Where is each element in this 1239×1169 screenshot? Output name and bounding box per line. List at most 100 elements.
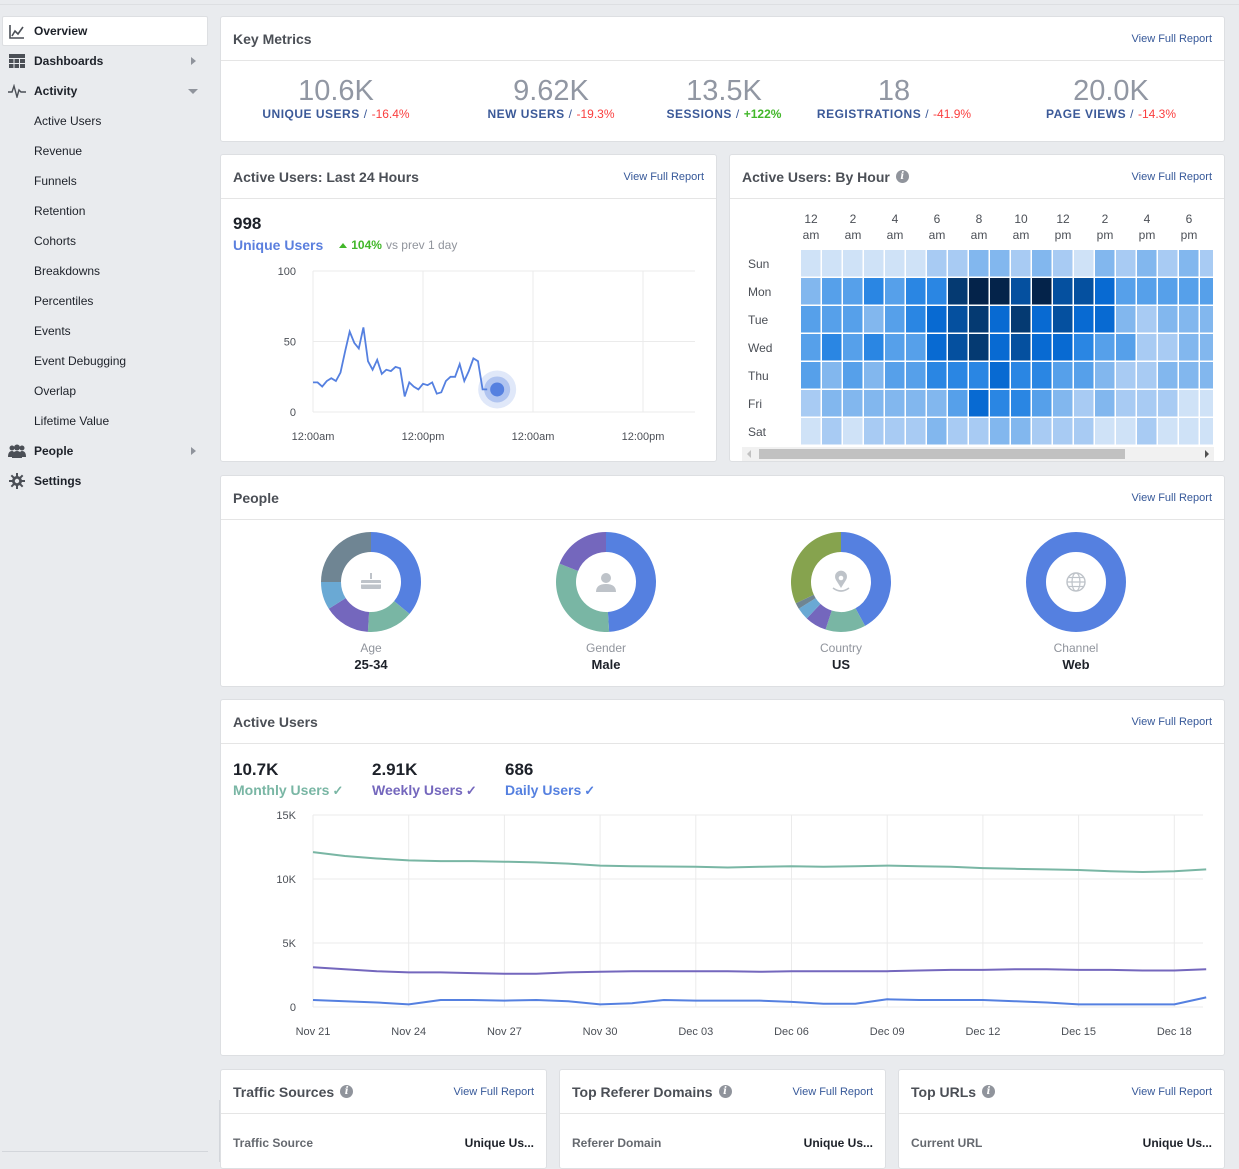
heatmap-cell[interactable] xyxy=(969,390,989,417)
donut-segment[interactable] xyxy=(606,532,656,632)
heatmap-cell[interactable] xyxy=(1200,306,1213,333)
heatmap-cell[interactable] xyxy=(1179,306,1199,333)
metric-unique-users[interactable]: 10.6K UNIQUE USERS / -16.4% xyxy=(236,75,436,121)
heatmap-cell[interactable] xyxy=(843,362,863,389)
donut-segment[interactable] xyxy=(559,532,606,571)
heatmap-cell[interactable] xyxy=(906,362,926,389)
donut-country[interactable]: Country US xyxy=(761,530,921,672)
sidebar-item-people[interactable]: People xyxy=(0,436,212,466)
heatmap-cell[interactable] xyxy=(801,418,821,445)
heatmap-cell[interactable] xyxy=(1158,418,1178,445)
heatmap-cell[interactable] xyxy=(822,334,842,361)
heatmap-cell[interactable] xyxy=(1137,306,1157,333)
heatmap-cell[interactable] xyxy=(822,278,842,305)
heatmap-cell[interactable] xyxy=(885,334,905,361)
heatmap-cell[interactable] xyxy=(1137,278,1157,305)
heatmap-cell[interactable] xyxy=(969,306,989,333)
heatmap-cell[interactable] xyxy=(1137,390,1157,417)
heatmap-cell[interactable] xyxy=(843,418,863,445)
heatmap-cell[interactable] xyxy=(843,250,863,277)
heatmap-cell[interactable] xyxy=(948,390,968,417)
heatmap-cell[interactable] xyxy=(843,390,863,417)
heatmap-cell[interactable] xyxy=(1158,362,1178,389)
column-header-referer-domain[interactable]: Referer Domain xyxy=(572,1136,661,1150)
heatmap-cell[interactable] xyxy=(1200,334,1213,361)
sidebar-subitem[interactable]: Revenue xyxy=(0,136,212,166)
heatmap-cell[interactable] xyxy=(1032,390,1052,417)
horizontal-scrollbar[interactable] xyxy=(742,447,1214,461)
heatmap-cell[interactable] xyxy=(1074,278,1094,305)
sidebar-item-overview[interactable]: Overview xyxy=(2,16,208,46)
heatmap-cell[interactable] xyxy=(864,306,884,333)
heatmap-cell[interactable] xyxy=(1032,278,1052,305)
heatmap-cell[interactable] xyxy=(990,250,1010,277)
heatmap-cell[interactable] xyxy=(885,362,905,389)
view-full-report-link[interactable]: View Full Report xyxy=(1132,171,1213,183)
heatmap-cell[interactable] xyxy=(927,334,947,361)
donut-channel[interactable]: Channel Web xyxy=(996,530,1156,672)
heatmap-cell[interactable] xyxy=(906,306,926,333)
sidebar-subitem[interactable]: Event Debugging xyxy=(0,346,212,376)
metric-page-views[interactable]: 20.0K PAGE VIEWS / -14.3% xyxy=(1011,75,1211,121)
heatmap-cell[interactable] xyxy=(1179,418,1199,445)
heatmap-cell[interactable] xyxy=(843,334,863,361)
heatmap-cell[interactable] xyxy=(1011,390,1031,417)
sidebar-subitem[interactable]: Funnels xyxy=(0,166,212,196)
heatmap-cell[interactable] xyxy=(1116,278,1136,305)
heatmap-cell[interactable] xyxy=(990,390,1010,417)
heatmap-cell[interactable] xyxy=(1053,306,1073,333)
heatmap-cell[interactable] xyxy=(927,418,947,445)
sidebar-item-activity[interactable]: Activity xyxy=(0,76,212,106)
heatmap-cell[interactable] xyxy=(969,362,989,389)
sidebar-subitem[interactable]: Percentiles xyxy=(0,286,212,316)
heatmap-cell[interactable] xyxy=(906,250,926,277)
heatmap-cell[interactable] xyxy=(1011,362,1031,389)
heatmap-cell[interactable] xyxy=(1032,362,1052,389)
heatmap-cell[interactable] xyxy=(1158,250,1178,277)
heatmap-cell[interactable] xyxy=(1179,362,1199,389)
checkmark-icon[interactable]: ✓ xyxy=(332,783,343,798)
heatmap-cell[interactable] xyxy=(948,278,968,305)
heatmap-cell[interactable] xyxy=(948,334,968,361)
heatmap-cell[interactable] xyxy=(1095,278,1115,305)
heatmap-cell[interactable] xyxy=(1158,278,1178,305)
column-header-unique-users[interactable]: Unique Us... xyxy=(1143,1136,1212,1150)
heatmap-cell[interactable] xyxy=(864,334,884,361)
heatmap-cell[interactable] xyxy=(1200,390,1213,417)
heatmap-cell[interactable] xyxy=(1137,250,1157,277)
heatmap-cell[interactable] xyxy=(1011,278,1031,305)
heatmap-cell[interactable] xyxy=(1179,334,1199,361)
scroll-left-icon[interactable] xyxy=(747,450,751,458)
info-icon[interactable]: i xyxy=(340,1085,354,1098)
donut-segment[interactable] xyxy=(371,532,421,614)
view-full-report-link[interactable]: View Full Report xyxy=(1132,492,1213,504)
heatmap-cell[interactable] xyxy=(1200,250,1213,277)
heatmap-cell[interactable] xyxy=(927,390,947,417)
heatmap-cell[interactable] xyxy=(1095,390,1115,417)
heatmap-cell[interactable] xyxy=(906,418,926,445)
heatmap-cell[interactable] xyxy=(885,278,905,305)
donut-age[interactable]: Age 25-34 xyxy=(291,530,451,672)
sidebar-subitem[interactable]: Active Users xyxy=(0,106,212,136)
heatmap-cell[interactable] xyxy=(1116,334,1136,361)
heatmap-cell[interactable] xyxy=(843,306,863,333)
sidebar-item-dashboards[interactable]: Dashboards xyxy=(0,46,212,76)
heatmap-cell[interactable] xyxy=(1116,362,1136,389)
heatmap-cell[interactable] xyxy=(927,250,947,277)
heatmap-cell[interactable] xyxy=(1095,250,1115,277)
heatmap-cell[interactable] xyxy=(948,250,968,277)
heatmap-cell[interactable] xyxy=(1032,418,1052,445)
heatmap-cell[interactable] xyxy=(864,390,884,417)
heatmap-cell[interactable] xyxy=(1053,418,1073,445)
donut-segment[interactable] xyxy=(556,563,610,632)
scrollbar-thumb[interactable] xyxy=(759,449,1125,459)
heatmap-cell[interactable] xyxy=(1158,306,1178,333)
metric-new-users[interactable]: 9.62K NEW USERS / -19.3% xyxy=(451,75,651,121)
heatmap-cell[interactable] xyxy=(864,362,884,389)
heatmap-cell[interactable] xyxy=(990,334,1010,361)
view-full-report-link[interactable]: View Full Report xyxy=(1132,716,1213,728)
heatmap-cell[interactable] xyxy=(927,278,947,305)
heatmap-cell[interactable] xyxy=(1137,334,1157,361)
heatmap-cell[interactable] xyxy=(1116,306,1136,333)
column-header-traffic-source[interactable]: Traffic Source xyxy=(233,1136,313,1150)
